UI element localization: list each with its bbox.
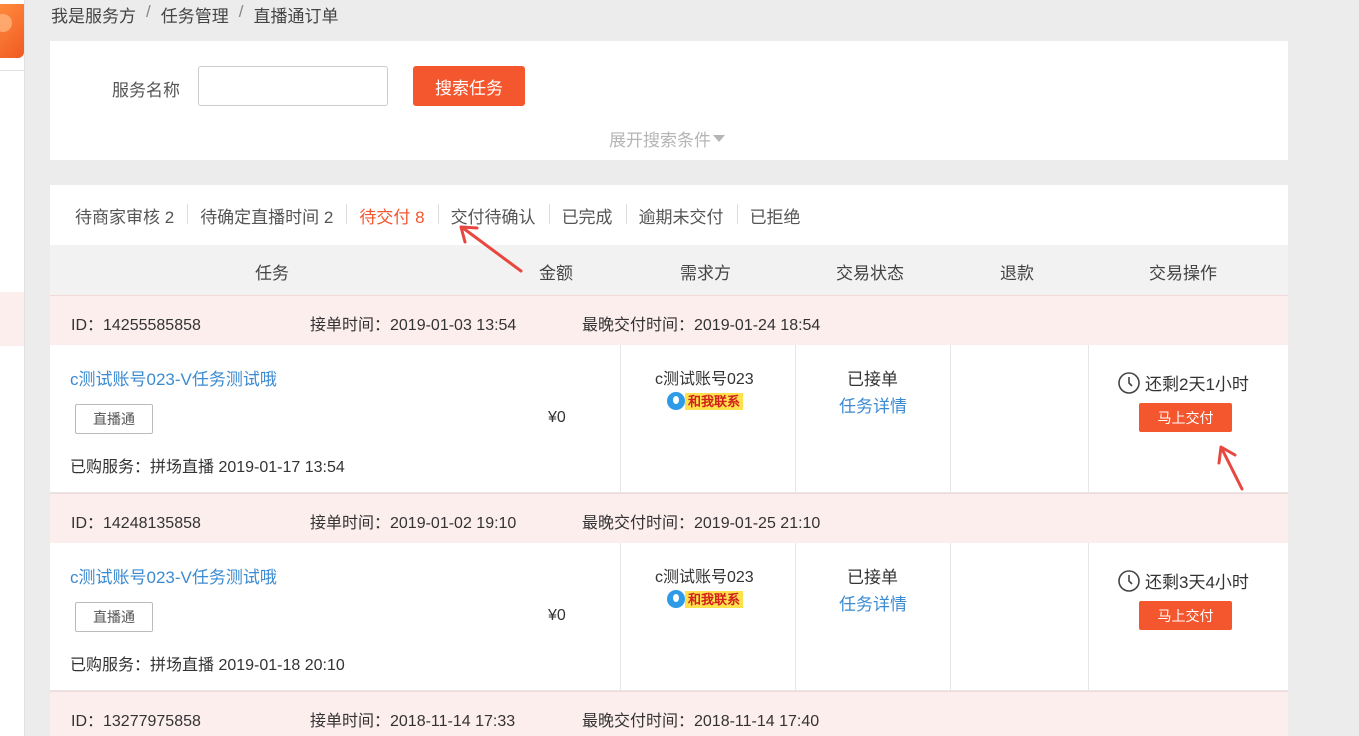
left-sidebar	[0, 0, 25, 736]
status-tabs: 待商家审核 2 待确定直播时间 2 待交付 8 交付待确认 已完成 逾期未交付 …	[50, 185, 814, 245]
order-row: c测试账号023-V任务测试哦 直播通 已购服务：拼场直播 2019-01-17…	[50, 345, 1288, 493]
tab-pending-delivery[interactable]: 待交付 8	[346, 203, 437, 228]
order-header: ID：14248135858 接单时间：2019-01-02 19:10 最晚交…	[50, 493, 1288, 543]
order-header: ID：13277975858 接单时间：2018-11-14 17:33 最晚交…	[50, 691, 1288, 736]
brand-logo[interactable]	[0, 4, 24, 58]
contact-me-label: 和我联系	[685, 392, 744, 410]
qq-icon	[667, 590, 685, 608]
order-header: ID：14255585858 接单时间：2019-01-03 13:54 最晚交…	[50, 295, 1288, 345]
breadcrumb-separator: /	[146, 2, 151, 21]
deliver-now-button[interactable]: 马上交付	[1139, 601, 1232, 630]
bought-service: 已购服务：拼场直播 2019-01-18 20:10	[70, 657, 345, 674]
order-id: ID：14248135858	[71, 515, 201, 532]
trade-status: 已接单	[847, 568, 898, 587]
tab-pending-live-time[interactable]: 待确定直播时间 2	[187, 203, 346, 228]
cell-divider	[620, 543, 621, 691]
expand-search-label: 展开搜索条件	[609, 131, 711, 150]
service-tag: 直播通	[75, 602, 153, 632]
bought-service: 已购服务：拼场直播 2019-01-17 13:54	[70, 459, 345, 476]
remaining-time: 还剩3天4小时	[1117, 568, 1249, 593]
orders-panel: 待商家审核 2 待确定直播时间 2 待交付 8 交付待确认 已完成 逾期未交付 …	[50, 185, 1288, 736]
order-deadline: 最晚交付时间：2019-01-25 21:10	[582, 515, 821, 532]
breadcrumb-item-provider[interactable]: 我是服务方	[51, 2, 136, 27]
cell-divider	[795, 345, 796, 493]
order-accept-time: 接单时间：2018-11-14 17:33	[310, 713, 516, 730]
deliver-now-button[interactable]: 马上交付	[1139, 403, 1232, 432]
buyer-name: c测试账号023	[655, 371, 754, 388]
service-name-input[interactable]	[198, 66, 388, 106]
tab-overdue[interactable]: 逾期未交付	[625, 203, 737, 228]
column-header-operation: 交易操作	[1149, 264, 1217, 283]
search-panel: 服务名称 搜索任务 展开搜索条件	[50, 41, 1288, 160]
remaining-time-label: 还剩3天4小时	[1145, 573, 1249, 592]
sidebar-active-item[interactable]	[0, 292, 24, 346]
expand-search-toggle[interactable]: 展开搜索条件	[609, 126, 725, 151]
breadcrumb-separator: /	[238, 2, 244, 21]
column-header-buyer: 需求方	[680, 264, 731, 283]
cell-divider	[620, 345, 621, 493]
task-title-link[interactable]: c测试账号023-V任务测试哦	[70, 365, 277, 390]
tab-pending-review[interactable]: 待商家审核 2	[62, 203, 187, 228]
cell-divider	[950, 345, 951, 493]
table-header: 任务 金额 需求方 交易状态 退款 交易操作	[50, 245, 1288, 295]
column-header-amount: 金额	[539, 264, 573, 283]
cell-divider	[1088, 345, 1089, 493]
column-header-status: 交易状态	[836, 264, 904, 283]
cell-divider	[1088, 543, 1089, 691]
contact-me-label: 和我联系	[685, 590, 744, 608]
trade-status: 已接单	[847, 370, 898, 389]
order-amount: ¥0	[548, 409, 566, 426]
order-id: ID：14255585858	[71, 317, 201, 334]
tab-rejected[interactable]: 已拒绝	[736, 203, 814, 228]
buyer-name: c测试账号023	[655, 569, 754, 586]
tab-delivery-confirm[interactable]: 交付待确认	[437, 203, 549, 228]
service-tag: 直播通	[75, 404, 153, 434]
breadcrumb: 我是服务方 / 任务管理 / 直播通订单	[51, 2, 338, 27]
contact-me-button[interactable]: 和我联系	[667, 590, 744, 608]
order-id: ID：13277975858	[71, 713, 201, 730]
task-detail-link[interactable]: 任务详情	[839, 590, 907, 615]
breadcrumb-item-task-management[interactable]: 任务管理	[161, 2, 229, 27]
column-header-task: 任务	[255, 264, 289, 283]
order-accept-time: 接单时间：2019-01-03 13:54	[310, 317, 517, 334]
order-row: c测试账号023-V任务测试哦 直播通 已购服务：拼场直播 2019-01-18…	[50, 543, 1288, 691]
column-header-refund: 退款	[1000, 264, 1034, 283]
qq-icon	[667, 392, 685, 410]
sidebar-divider	[0, 70, 24, 71]
caret-down-icon	[713, 135, 725, 142]
order-accept-time: 接单时间：2019-01-02 19:10	[310, 515, 517, 532]
clock-icon	[1118, 371, 1140, 394]
remaining-time-label: 还剩2天1小时	[1145, 375, 1249, 394]
breadcrumb-item-live-orders: 直播通订单	[253, 7, 339, 26]
order-deadline: 最晚交付时间：2019-01-24 18:54	[582, 317, 821, 334]
task-title-link[interactable]: c测试账号023-V任务测试哦	[70, 563, 277, 588]
order-amount: ¥0	[548, 607, 566, 624]
search-task-button[interactable]: 搜索任务	[413, 66, 525, 106]
service-name-label: 服务名称	[112, 81, 180, 100]
contact-me-button[interactable]: 和我联系	[667, 392, 744, 410]
cell-divider	[795, 543, 796, 691]
task-detail-link[interactable]: 任务详情	[839, 392, 907, 417]
order-deadline: 最晚交付时间：2018-11-14 17:40	[582, 713, 820, 730]
cell-divider	[950, 543, 951, 691]
remaining-time: 还剩2天1小时	[1117, 370, 1249, 395]
clock-icon	[1118, 569, 1140, 592]
tab-completed[interactable]: 已完成	[548, 203, 626, 228]
